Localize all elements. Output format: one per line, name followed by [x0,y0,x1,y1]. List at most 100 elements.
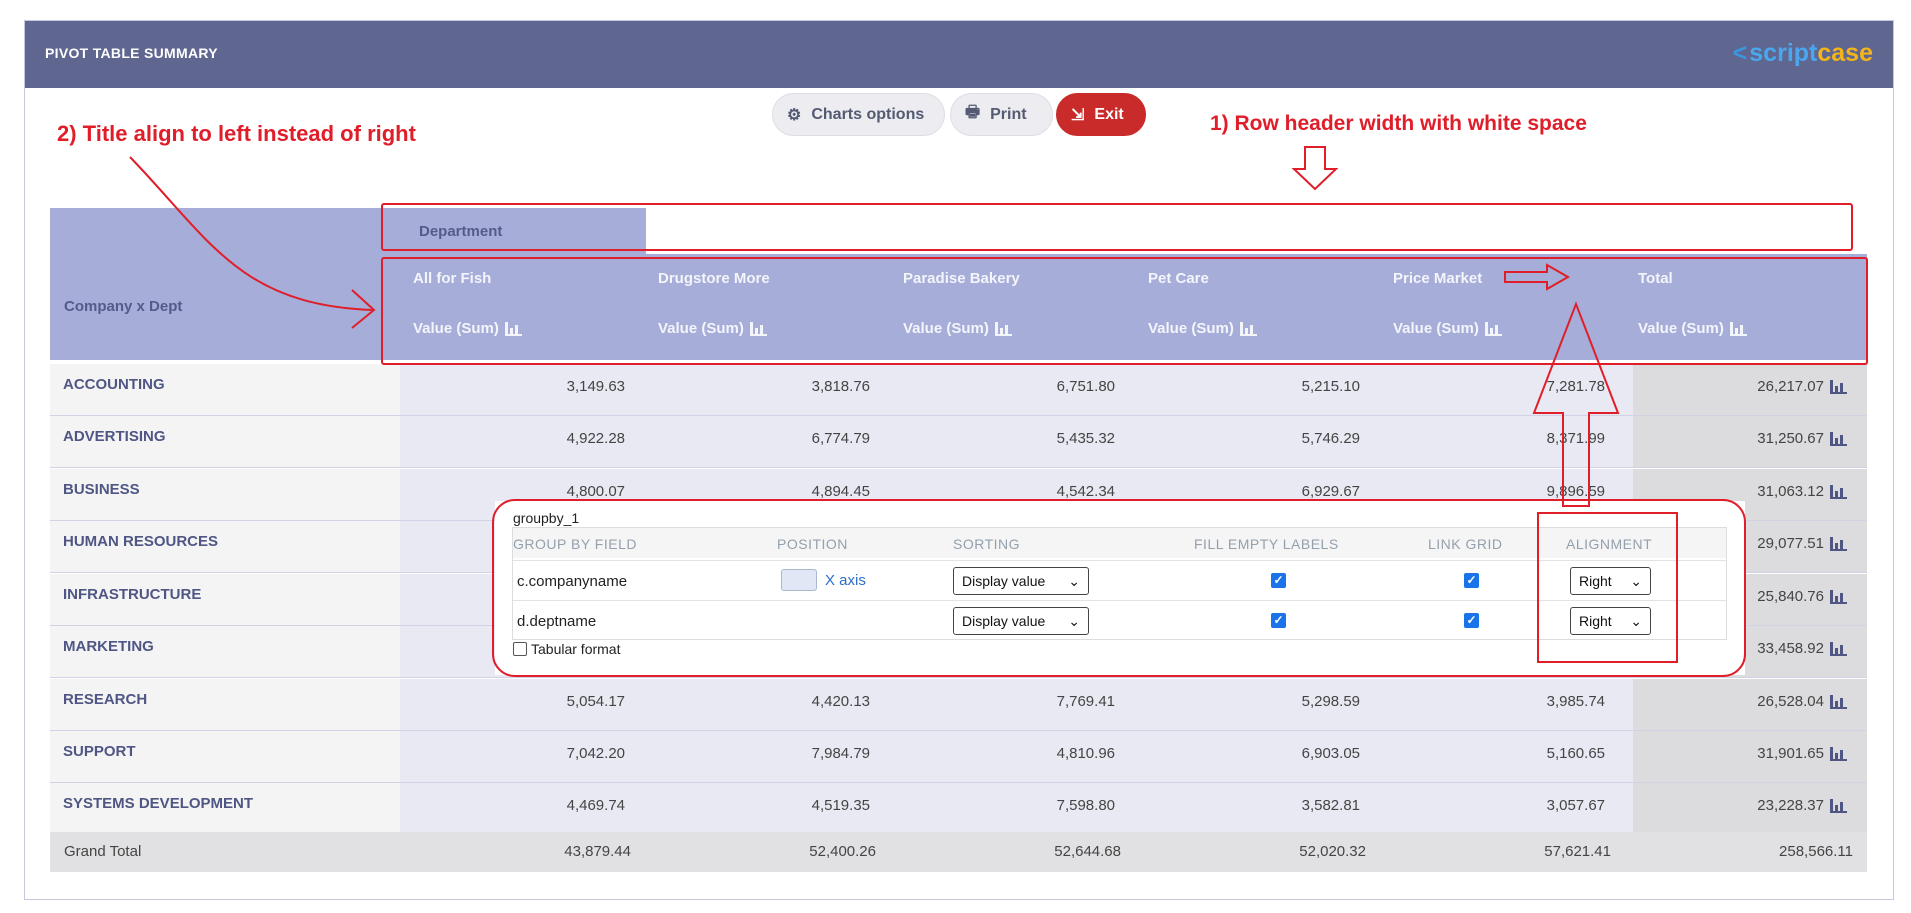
scriptcase-logo: <scriptcase [1732,39,1873,67]
row-label: ADVERTISING [50,416,400,467]
column-header: Drugstore More Value (Sum) [658,270,770,337]
grand-total-cell: 57,621.41 [1544,843,1611,860]
sorting-select[interactable]: Display value ⌄ [953,567,1089,595]
bar-chart-icon[interactable] [1484,321,1502,336]
chevron-down-icon: ⌄ [1630,572,1642,589]
printer-icon: 🖶 [965,104,981,121]
print-button[interactable]: 🖶 Print [950,93,1053,136]
table-cell: 4,469.74 [566,797,625,814]
row-total: 31,250.67 [1757,430,1847,447]
alignment-select[interactable]: Right ⌄ [1570,607,1651,635]
bar-chart-icon[interactable] [504,321,522,336]
column-header: All for Fish Value (Sum) [400,254,645,360]
row-total: 29,077.51 [1757,535,1847,552]
row-total: 25,840.76 [1757,588,1847,605]
fill-empty-labels-checkbox[interactable]: ✓ [1271,573,1286,588]
chevron-down-icon: ⌄ [1068,612,1080,629]
chevron-down-icon: ⌄ [1630,612,1642,629]
table-cell: 4,894.45 [811,483,870,500]
table-cell: 5,298.59 [1301,693,1360,710]
column-header: Total Value (Sum) [1625,254,1870,360]
grand-total-cell: 52,644.68 [1054,843,1121,860]
groupby-row: d.deptname Display value ⌄ ✓ ✓ Right ⌄ [513,600,1726,640]
groupby-title: groupby_1 [513,510,580,526]
table-cell: 4,420.13 [811,693,870,710]
table-cell: 4,922.28 [566,430,625,447]
annotation-1: 1) Row header width with white space [1210,112,1587,135]
bar-chart-icon[interactable] [1239,321,1257,336]
link-grid-checkbox[interactable]: ✓ [1464,573,1479,588]
row-total: 31,063.12 [1757,483,1847,500]
table-row: ADVERTISING 4,922.28 6,774.79 5,435.32 5,746… [50,416,1867,468]
tabular-format-option[interactable]: Tabular format [513,641,620,657]
annotation-2: 2) Title align to left instead of right [57,121,416,146]
row-label: ACCOUNTING [50,364,400,415]
table-cell: 9,896.59 [1546,483,1605,500]
table-cell: 7,281.78 [1546,378,1605,395]
chevron-down-icon: ⌄ [1068,572,1080,589]
exit-button[interactable]: ⇲ Exit [1056,93,1146,136]
table-row: RESEARCH 5,054.17 4,420.13 7,769.41 5,298.59… [50,679,1867,731]
gear-icon: ⚙ [787,106,802,124]
bar-chart-icon[interactable] [1729,321,1747,336]
department-header: Department [400,208,646,254]
bar-chart-icon[interactable] [1830,798,1847,813]
table-cell: 7,598.80 [1056,797,1115,814]
bar-chart-icon[interactable] [1830,746,1847,761]
table-cell: 8,371.99 [1546,430,1605,447]
row-total: 23,228.37 [1757,797,1847,814]
table-cell: 5,215.10 [1301,378,1360,395]
link-grid-checkbox[interactable]: ✓ [1464,613,1479,628]
exit-icon: ⇲ [1071,106,1085,124]
bar-chart-icon[interactable] [1830,589,1847,604]
table-cell: 3,057.67 [1546,797,1605,814]
row-label: SYSTEMS DEVELOPMENT [50,783,400,834]
table-cell: 3,985.74 [1546,693,1605,710]
table-cell: 5,435.32 [1056,430,1115,447]
row-label: RESEARCH [50,679,400,730]
row-label: MARKETING [50,626,400,677]
column-header: Pet Care Value (Sum) [1135,254,1380,360]
bar-chart-icon[interactable] [1830,694,1847,709]
row-total: 26,217.07 [1757,378,1847,395]
table-row: SUPPORT 7,042.20 7,984.79 4,810.96 6,903.05 5… [50,731,1867,783]
table-cell: 4,542.34 [1056,483,1115,500]
bar-chart-icon[interactable] [1830,379,1847,394]
charts-options-button[interactable]: ⚙ Charts options [772,93,945,136]
table-row: SYSTEMS DEVELOPMENT 4,469.74 4,519.35 7,598… [50,783,1867,835]
bar-chart-icon[interactable] [994,321,1012,336]
table-cell: 7,984.79 [811,745,870,762]
bar-chart-icon[interactable] [749,321,767,336]
table-row: ACCOUNTING 3,149.63 3,818.76 6,751.80 5,215.… [50,364,1867,416]
row-label: SUPPORT [50,731,400,782]
bar-chart-icon[interactable] [1830,431,1847,446]
table-cell: 5,160.65 [1546,745,1605,762]
table-cell: 3,582.81 [1301,797,1360,814]
position-selector[interactable]: X axis [781,569,866,591]
tabular-format-checkbox[interactable] [513,642,527,656]
bar-chart-icon[interactable] [1830,484,1847,499]
alignment-select[interactable]: Right ⌄ [1570,567,1651,595]
table-cell: 5,746.29 [1301,430,1360,447]
bar-chart-icon[interactable] [1830,641,1847,656]
row-total: 26,528.04 [1757,693,1847,710]
table-cell: 5,054.17 [566,693,625,710]
row-total: 31,901.65 [1757,745,1847,762]
table-cell: 3,149.63 [566,378,625,395]
header-bar: PIVOT TABLE SUMMARY <scriptcase [25,21,1893,88]
groupby-row: c.companyname X axis Display value ⌄ ✓ ✓ … [513,560,1726,600]
row-label: BUSINESS [50,469,400,520]
table-cell: 7,769.41 [1056,693,1115,710]
table-cell: 4,800.07 [566,483,625,500]
groupby-table: GROUP BY FIELD POSITION SORTING FILL EMP… [512,527,1727,640]
groupby-header: GROUP BY FIELD POSITION SORTING FILL EMP… [513,528,1726,558]
grand-total-row: Grand Total 43,879.44 52,400.26 52,644.6… [50,832,1867,872]
fill-empty-labels-checkbox[interactable]: ✓ [1271,613,1286,628]
sorting-select[interactable]: Display value ⌄ [953,607,1089,635]
bar-chart-icon[interactable] [1830,536,1847,551]
row-total: 33,458.92 [1757,640,1847,657]
grand-total-cell: 52,020.32 [1299,843,1366,860]
table-cell: 4,519.35 [811,797,870,814]
table-icon [781,569,817,591]
table-cell: 6,751.80 [1056,378,1115,395]
